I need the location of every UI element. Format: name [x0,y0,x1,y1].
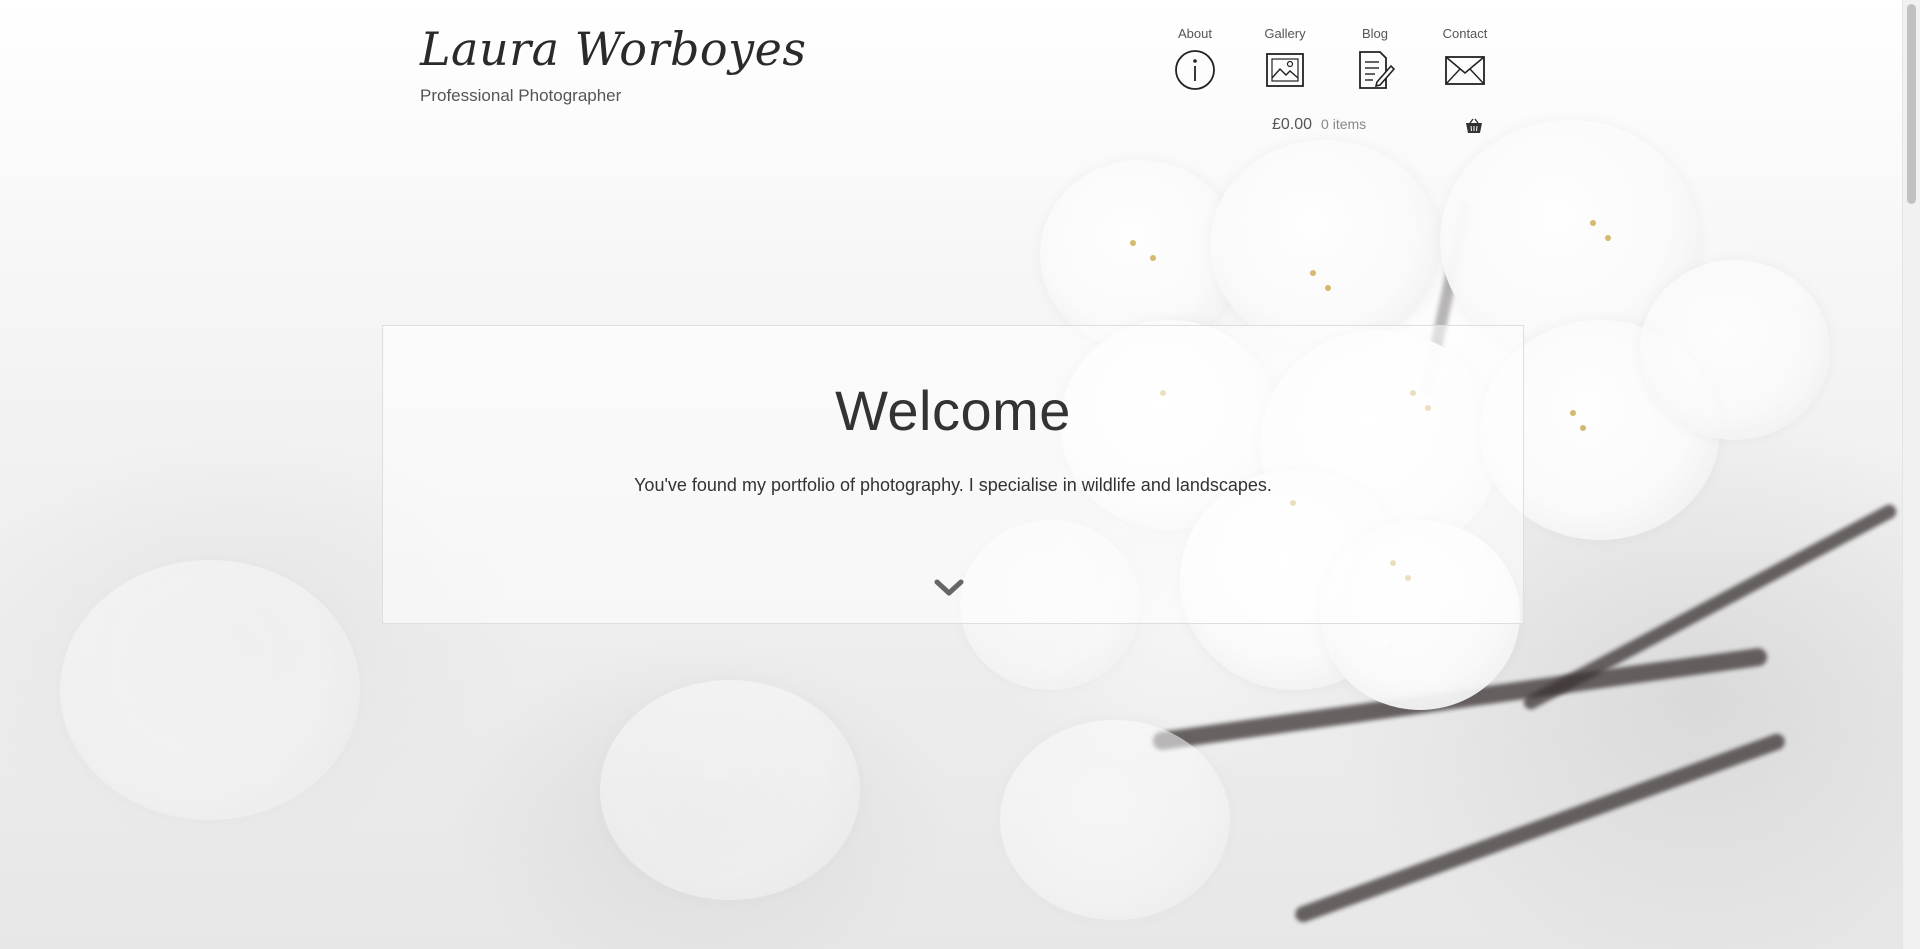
nav-label-gallery: Gallery [1264,26,1306,41]
cart-count: 0 items [1321,116,1367,132]
site-header: Laura Worboyes Professional Photographer… [0,0,1903,150]
document-edit-icon [1359,51,1396,89]
nav-label-blog: Blog [1361,26,1389,41]
main-nav: About Gallery Blog Contact [1150,26,1510,92]
info-icon [1175,50,1215,90]
nav-item-gallery[interactable]: Gallery [1240,26,1330,92]
page-scrollbar[interactable] [1902,0,1920,949]
page: Laura Worboyes Professional Photographer… [0,0,1920,949]
basket-icon[interactable] [1465,118,1483,134]
nav-label-about: About [1178,26,1212,41]
nav-item-contact[interactable]: Contact [1420,26,1510,92]
scrollbar-thumb[interactable] [1907,4,1916,204]
chevron-down-icon[interactable] [932,576,966,600]
image-icon [1266,53,1304,87]
site-title[interactable]: Laura Worboyes [420,22,806,76]
welcome-panel: Welcome You've found my portfolio of pho… [382,325,1524,624]
nav-label-contact: Contact [1442,26,1488,41]
nav-item-blog[interactable]: Blog [1330,26,1420,92]
welcome-heading: Welcome [835,379,1071,442]
cart-total: £0.00 [1272,116,1313,133]
welcome-text: You've found my portfolio of photography… [634,475,1272,495]
cart-summary[interactable]: £0.00 0 items [1272,116,1488,134]
envelope-icon [1445,56,1485,85]
site-tagline: Professional Photographer [420,86,622,105]
nav-item-about[interactable]: About [1150,26,1240,92]
